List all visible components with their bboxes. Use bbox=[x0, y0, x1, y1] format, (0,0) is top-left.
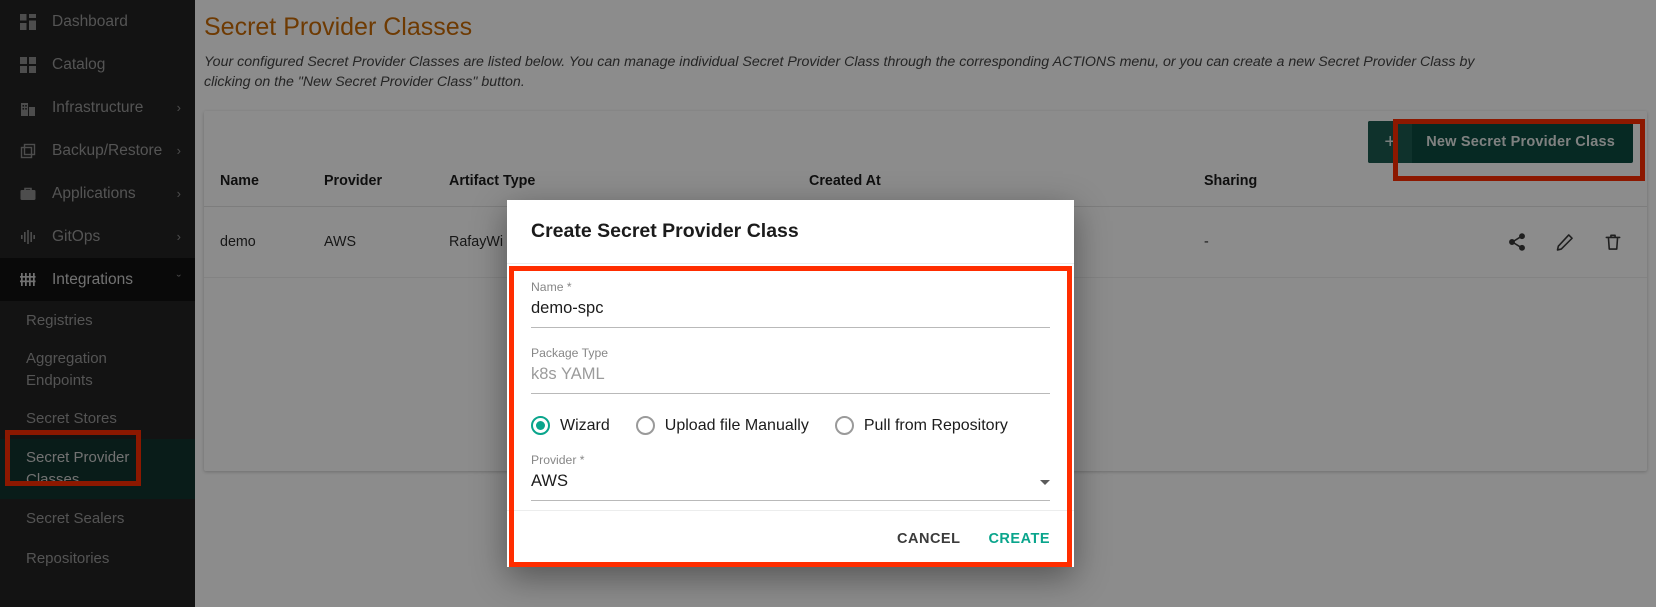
provider-field-label: Provider * bbox=[531, 453, 585, 467]
provider-select[interactable]: AWS bbox=[531, 472, 1050, 501]
create-secret-provider-class-dialog: Create Secret Provider Class Name * demo… bbox=[507, 200, 1074, 567]
source-type-radio-group: Wizard Upload file Manually Pull from Re… bbox=[531, 416, 1050, 435]
radio-selected-icon bbox=[531, 416, 550, 435]
dialog-title: Create Secret Provider Class bbox=[531, 220, 799, 242]
radio-unselected-icon bbox=[635, 416, 655, 435]
name-input[interactable]: demo-spc bbox=[531, 299, 1050, 328]
radio-option-upload-file-manually[interactable]: Upload file Manually bbox=[635, 416, 809, 435]
radio-option-wizard[interactable]: Wizard bbox=[531, 416, 610, 435]
chevron-down-icon bbox=[1040, 480, 1050, 485]
provider-select-value: AWS bbox=[531, 472, 568, 490]
radio-option-pull-from-repository[interactable]: Pull from Repository bbox=[834, 416, 1008, 435]
dialog-body: Name * demo-spc Package Type k8s YAML Wi… bbox=[507, 264, 1074, 510]
radio-label: Pull from Repository bbox=[863, 416, 1008, 434]
provider-field-group: Provider * AWS bbox=[531, 453, 1050, 501]
radio-unselected-icon bbox=[834, 416, 854, 435]
package-type-field-group: Package Type k8s YAML bbox=[531, 346, 1050, 394]
cancel-button[interactable]: CANCEL bbox=[897, 531, 960, 547]
create-button[interactable]: CREATE bbox=[988, 531, 1050, 547]
package-type-input[interactable]: k8s YAML bbox=[531, 365, 1050, 394]
radio-label: Upload file Manually bbox=[664, 416, 809, 434]
package-type-field-label: Package Type bbox=[531, 346, 609, 360]
name-field-group: Name * demo-spc bbox=[531, 280, 1050, 328]
name-field-label: Name * bbox=[531, 280, 572, 294]
dialog-footer: CANCEL CREATE bbox=[507, 510, 1074, 567]
dialog-header: Create Secret Provider Class bbox=[507, 200, 1074, 264]
app-root: Dashboard Catalog Infrastructure › Backu… bbox=[0, 0, 1656, 607]
radio-label: Wizard bbox=[560, 416, 610, 434]
